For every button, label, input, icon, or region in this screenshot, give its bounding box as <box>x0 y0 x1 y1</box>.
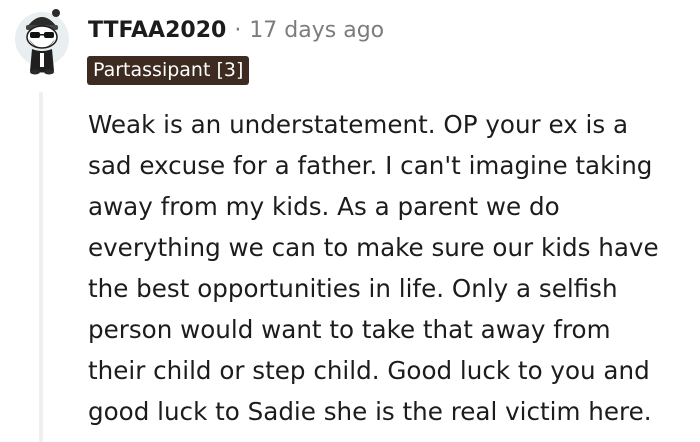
comment-header: TTFAA2020 · 17 days ago <box>88 12 384 48</box>
user-flair-badge: Partassipant [3] <box>87 56 250 85</box>
comment-body-line: their child or step child. Good luck to … <box>88 356 650 385</box>
comment-body-line: away from my kids. As a parent we do <box>88 192 560 221</box>
comment-body-line: person would want to take that away from <box>88 315 611 344</box>
comment-body: Weak is an understatement. OP your ex is… <box>88 104 698 432</box>
comment-body-line: Weak is an understatement. OP your ex is… <box>88 110 629 139</box>
avatar[interactable] <box>13 3 71 75</box>
timestamp-link[interactable]: 17 days ago <box>249 18 384 43</box>
snoo-avatar-icon <box>15 9 69 75</box>
comment-body-line: sad excuse for a father. I can't imagine… <box>88 151 653 180</box>
meta-separator: · <box>234 17 242 43</box>
comment-body-line: everything we can to make sure our kids … <box>88 233 659 262</box>
comment-body-line: the best opportunities in life. Only a s… <box>88 274 618 303</box>
comment-body-line: good luck to Sadie she is the real victi… <box>88 397 652 426</box>
comment: TTFAA2020 · 17 days ago Partassipant [3]… <box>0 0 700 442</box>
thread-collapse-line[interactable] <box>39 92 43 442</box>
username-link[interactable]: TTFAA2020 <box>88 18 226 43</box>
